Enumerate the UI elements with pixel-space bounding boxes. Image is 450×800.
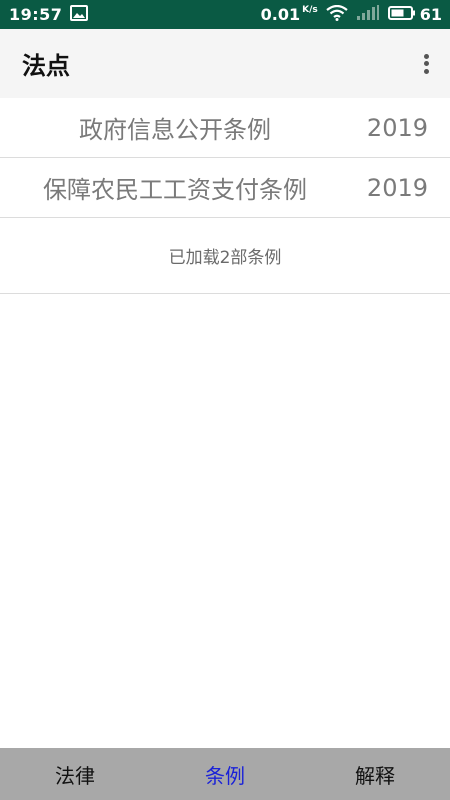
status-bar: 19:57 0.01 K/s 61 [0,0,450,29]
status-time: 19:57 [9,5,63,24]
load-status-text: 已加载2部条例 [0,218,450,294]
list-item[interactable]: 政府信息公开条例 2019 [0,98,450,158]
bottom-nav: 法律 条例 解释 [0,748,450,800]
regulation-year: 2019 [366,113,428,142]
battery-level: 61 [419,5,442,24]
signal-icon [356,4,380,25]
status-bar-left: 19:57 [9,4,89,25]
more-dot [423,61,429,66]
regulation-title: 政府信息公开条例 [79,116,271,144]
more-dot [423,53,429,59]
wifi-icon [326,4,348,25]
list-item[interactable]: 保障农民工工资支付条例 2019 [0,158,450,218]
regulation-year: 2019 [366,173,428,202]
tab-laws[interactable]: 法律 [0,760,150,789]
tab-interpretations[interactable]: 解释 [300,760,450,789]
network-speed-value: 0.01 [260,5,301,24]
regulation-title: 保障农民工工资支付条例 [43,176,307,204]
battery-icon [387,5,416,25]
more-dot [423,68,429,74]
app-bar: 法点 [0,29,450,98]
tab-regulations[interactable]: 条例 [150,760,300,789]
network-speed: 0.01 K/s [261,5,318,24]
regulation-list: 政府信息公开条例 2019 保障农民工工资支付条例 2019 已加载2部条例 [0,98,450,294]
network-speed-unit: K/s [302,5,318,15]
status-bar-right: 0.01 K/s 61 [261,4,442,25]
image-icon [70,4,89,25]
page-title: 法点 [22,52,70,80]
more-vert-icon[interactable] [418,52,434,76]
battery-indicator: 61 [387,5,442,25]
